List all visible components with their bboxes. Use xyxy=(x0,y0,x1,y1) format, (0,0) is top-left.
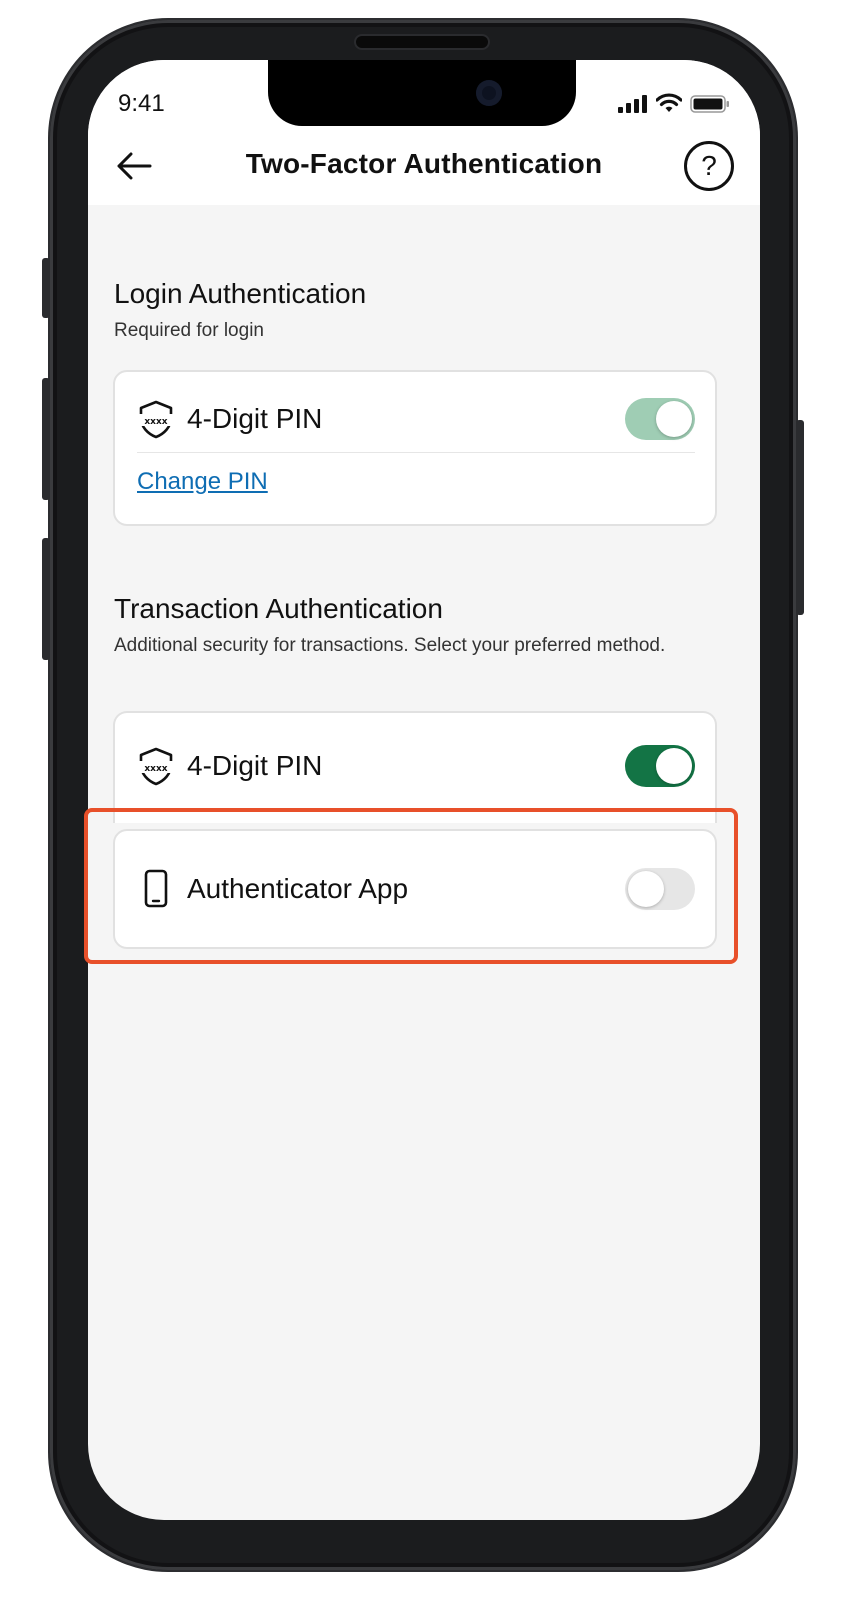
transaction-pin-toggle[interactable] xyxy=(625,745,695,787)
transaction-pin-row: xxxx 4-Digit PIN xyxy=(137,741,695,791)
phone-screen: 9:41 Two-Factor Authentication ? Login A… xyxy=(88,60,760,1520)
silent-switch xyxy=(42,258,50,318)
power-button xyxy=(796,420,804,615)
transaction-section-title: Transaction Authentication xyxy=(114,593,443,624)
page-title: Two-Factor Authentication xyxy=(245,148,603,179)
transaction-section-subtitle: Additional security for transactions. Se… xyxy=(114,635,666,656)
volume-down-button xyxy=(42,538,50,660)
front-camera xyxy=(476,80,502,106)
wifi-icon xyxy=(656,93,682,112)
login-pin-label: 4-Digit PIN xyxy=(187,403,323,434)
svg-text:xxxx: xxxx xyxy=(144,764,167,774)
question-circle-icon: ? xyxy=(701,150,717,181)
login-pin-row: xxxx 4-Digit PIN xyxy=(137,394,695,444)
shield-pin-icon: xxxx xyxy=(138,747,174,786)
status-icons xyxy=(618,93,730,113)
battery-icon xyxy=(690,95,729,113)
status-time: 9:41 xyxy=(118,90,165,117)
volume-up-button xyxy=(42,378,50,500)
change-pin-link[interactable]: Change PIN xyxy=(137,468,268,496)
card-divider xyxy=(137,452,695,453)
login-pin-toggle[interactable] xyxy=(625,398,695,440)
login-section-subtitle: Required for login xyxy=(114,320,264,341)
notch xyxy=(268,60,576,126)
toggle-knob xyxy=(656,401,692,437)
help-button[interactable]: ? xyxy=(684,141,734,191)
transaction-pin-label: 4-Digit PIN xyxy=(187,750,323,781)
login-section-title: Login Authentication xyxy=(114,278,367,309)
highlight-box xyxy=(84,808,738,964)
cellular-signal-icon xyxy=(618,95,647,113)
shield-pin-icon: xxxx xyxy=(138,400,174,439)
login-pin-card: xxxx 4-Digit PIN Change PIN xyxy=(113,370,717,526)
speaker-grille xyxy=(356,36,488,48)
transaction-pin-card: xxxx 4-Digit PIN xyxy=(113,711,717,823)
svg-text:xxxx: xxxx xyxy=(144,417,167,427)
toggle-knob xyxy=(656,748,692,784)
